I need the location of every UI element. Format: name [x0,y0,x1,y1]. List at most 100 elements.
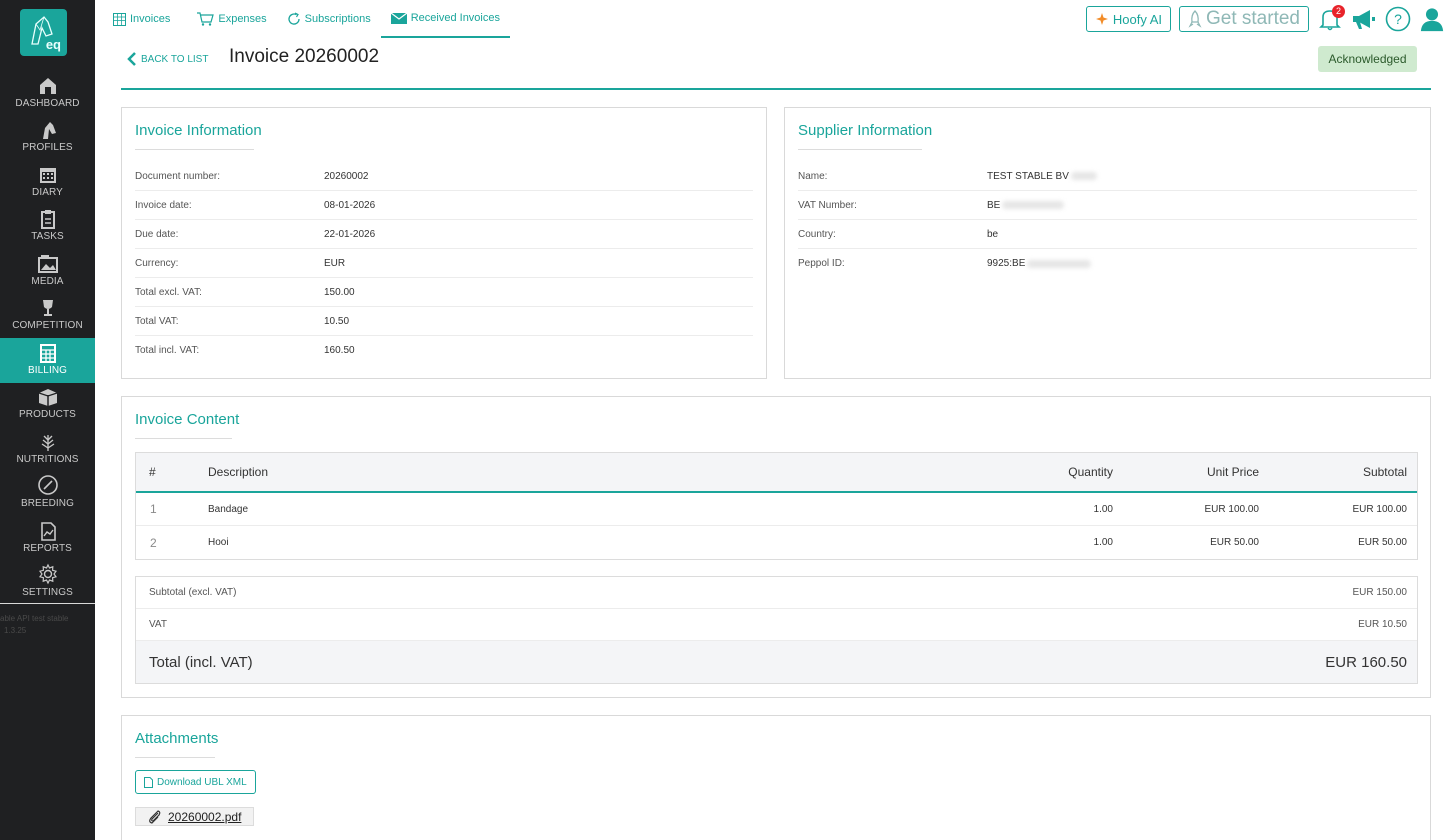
announcements-button[interactable] [1351,6,1377,32]
info-value: 9925:BE [987,258,1026,269]
sidebar-item-profiles[interactable]: PROFILES [0,116,95,161]
info-value: 160.50 [324,345,355,356]
tab-invoices[interactable]: Invoices [103,0,180,38]
sidebar-item-nutritions[interactable]: NUTRITIONS [0,427,95,472]
subtotal-label: Subtotal (excl. VAT) [149,587,237,598]
get-started-label: Get started [1206,8,1300,29]
info-key: Document number: [135,170,221,182]
sidebar-item-label: DIARY [32,186,63,198]
help-icon: ? [1385,6,1411,32]
info-row: Total excl. VAT: 150.00 [135,278,753,307]
info-value: 22-01-2026 [324,228,376,240]
invoice-information-panel: Invoice Information Document number: 2026… [121,107,767,379]
sidebar-item-settings[interactable]: SETTINGS [0,561,95,606]
sidebar-item-label: REPORTS [23,542,72,554]
line-description: Bandage [208,503,249,515]
wheat-icon [41,434,54,451]
sidebar-item-diary[interactable]: DIARY [0,160,95,205]
tab-subscriptions[interactable]: Subscriptions [277,0,381,38]
sidebar-divider [0,603,95,604]
help-button[interactable]: ? [1385,6,1411,32]
title-underline [135,757,215,758]
info-row: Invoice date: 08-01-2026 [135,191,753,220]
cart-icon [197,12,215,26]
table-row: 1 Bandage 1.00 EUR 100.00 EUR 100.00 [136,493,1417,526]
stable-name: able API test stable [0,614,69,623]
download-ubl-button[interactable]: Download UBL XML [135,770,256,794]
notifications-button[interactable]: 2 [1317,5,1345,32]
tab-expenses[interactable]: Expenses [186,0,276,38]
tab-received-invoices[interactable]: Received Invoices [380,0,510,38]
horse-logo-icon [31,16,53,45]
user-icon [1420,8,1444,32]
download-ubl-label: Download UBL XML [157,776,247,788]
get-started-button[interactable]: Get started [1179,6,1309,32]
title-underline [135,149,254,150]
info-key: Total excl. VAT: [135,286,202,298]
rocket-icon [1188,10,1202,28]
panel-title: Invoice Information [135,122,262,139]
redacted-value [1002,201,1065,209]
info-key: Country: [798,228,836,240]
info-key: Invoice date: [135,199,192,211]
title-underline [135,438,232,439]
billing-tabs: Invoices Expenses Subscriptions Received… [103,0,510,39]
notification-badge: 2 [1332,5,1345,18]
refresh-icon [288,12,300,25]
line-number: 1 [150,502,157,516]
back-label: BACK TO LIST [141,53,209,65]
media-icon [37,254,58,273]
col-quantity: Quantity [1068,465,1113,479]
sidebar-item-label: BREEDING [20,498,75,509]
info-value: EUR [324,257,346,269]
user-avatar-button[interactable] [1419,6,1445,32]
info-value: BE [987,199,1001,211]
report-icon [40,521,56,541]
info-row: VAT Number: BE [798,191,1417,220]
sidebar-item-billing[interactable]: BILLING [0,338,95,383]
barn-icon [39,77,56,94]
header-divider [121,88,1431,90]
sidebar-item-breeding[interactable]: BREEDING [0,472,95,517]
sidebar-item-label: PROFILES [22,142,73,153]
attachment-file-link[interactable]: 20260002.pdf [135,807,255,826]
sidebar-item-competition[interactable]: COMPETITION [0,294,95,339]
line-description: Hooi [208,537,229,548]
sidebar-item-reports[interactable]: REPORTS [0,516,95,561]
sidebar-item-label: NUTRITIONS [16,453,79,465]
sidebar-item-products[interactable]: PRODUCTS [0,383,95,428]
info-value: 10.50 [324,315,350,327]
info-key: Total incl. VAT: [135,345,200,356]
redacted-value [1070,172,1097,180]
supplier-info-list: Name: TEST STABLE BV VAT Number: BE Countr… [798,162,1417,278]
paperclip-icon [149,809,161,824]
sidebar-item-dashboard[interactable]: DASHBOARD [0,71,95,116]
panel-title: Attachments [135,730,219,747]
hoofy-ai-button[interactable]: Hoofy AI [1085,6,1171,32]
info-row: Total VAT: 10.50 [135,307,753,336]
line-unit-price: EUR 50.00 [1210,537,1259,548]
sidebar-footer: able API test stable 1.3.25 [0,613,95,637]
vat-value: EUR 10.50 [1358,619,1407,630]
table-header: # Description Quantity Unit Price Subtot… [136,453,1417,493]
gear-icon [38,563,57,585]
sidebar-item-media[interactable]: MEDIA [0,249,95,294]
billing-grid-icon [39,343,56,363]
app-logo[interactable]: eq [20,9,67,56]
horse-head-icon [42,122,56,139]
sidebar: eq DASHBOARD PROFILES DIARY TASKS MEDIA … [0,0,95,840]
line-quantity: 1.00 [1093,503,1113,515]
info-row: Total incl. VAT: 160.50 [135,336,753,365]
info-key: VAT Number: [798,199,857,211]
invoice-content-panel: Invoice Content # Description Quantity U… [121,396,1431,698]
clipboard-icon [40,210,55,229]
back-to-list-link[interactable]: BACK TO LIST [127,51,208,67]
sidebar-item-label: BILLING [27,364,68,376]
sidebar-item-tasks[interactable]: TASKS [0,205,95,250]
attachment-file-name: 20260002.pdf [168,809,242,824]
sidebar-item-label: DASHBOARD [15,97,80,109]
chevron-left-icon [127,52,136,66]
page-title: Invoice 20260002 [229,46,380,67]
top-actions: Hoofy AI Get started 2 ? [1085,5,1445,32]
info-key: Peppol ID: [798,258,845,269]
